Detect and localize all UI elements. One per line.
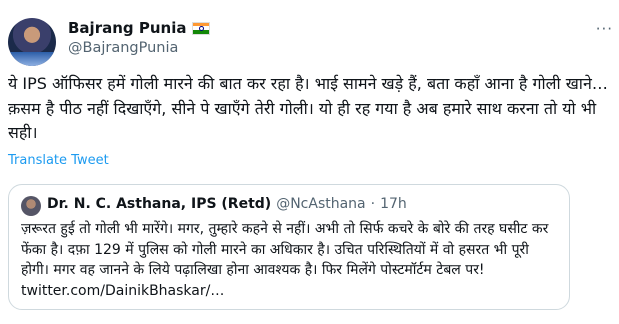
quoted-timestamp: 17h (380, 196, 407, 212)
quoted-header: Dr. N. C. Asthana, IPS (Retd) @NcAsthana… (47, 196, 407, 212)
tweet-text: ये IPS ऑफिसर हमें गोली मारने की बात कर र… (8, 74, 608, 142)
quoted-avatar (21, 196, 41, 216)
more-options-icon[interactable]: ··· (596, 20, 613, 38)
quoted-tweet[interactable]: Dr. N. C. Asthana, IPS (Retd) @NcAsthana… (8, 184, 570, 310)
quoted-author-name: Dr. N. C. Asthana, IPS (Retd) (47, 196, 272, 212)
quoted-author-handle: @NcAsthana (276, 196, 366, 212)
quoted-text: ज़रूरत हुई तो गोली भी मारेंगे। मगर, तुम्… (21, 221, 549, 299)
india-flag-icon (192, 21, 211, 35)
author-avatar[interactable] (8, 18, 56, 66)
translate-tweet-link[interactable]: Translate Tweet (8, 153, 109, 168)
quoted-separator: · (370, 196, 376, 212)
author-name-row: Bajrang Punia (68, 19, 211, 37)
author-name[interactable]: Bajrang Punia (68, 19, 186, 37)
author-handle[interactable]: @BajrangPunia (68, 40, 178, 56)
